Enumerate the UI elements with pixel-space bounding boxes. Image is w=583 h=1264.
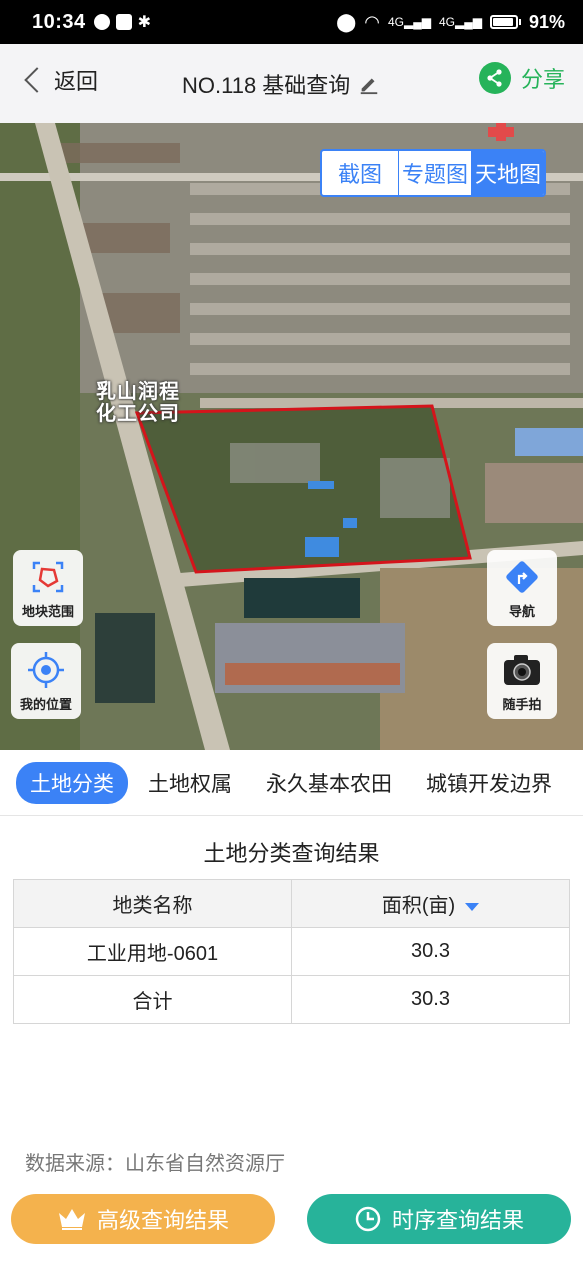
wifi-icon: ◠ <box>364 11 380 32</box>
clock: 10:34 <box>32 10 86 33</box>
page-title: NO.118 基础查询 <box>182 68 380 100</box>
share-button[interactable]: 分享 <box>478 62 565 94</box>
timeline-query-button[interactable]: 时序查询结果 <box>307 1194 571 1244</box>
tab-urban-development-boundary[interactable]: 城镇开发边界 <box>412 762 566 804</box>
table-row: 工业用地-0601 30.3 <box>13 927 570 976</box>
data-source: 数据来源：山东省自然资源厅 <box>25 1153 285 1175</box>
status-bar: 10:34 ✱ ⬤ ◠ 4G▂▄▆ 4G▂▄▆ 91% <box>0 0 583 44</box>
back-button[interactable]: 返回 <box>22 64 98 96</box>
battery-icon <box>489 15 521 29</box>
result-title: 土地分类查询结果 <box>203 841 380 866</box>
cell-land-type: 工业用地-0601 <box>13 927 292 976</box>
edit-icon[interactable] <box>358 73 380 95</box>
cell-total-area: 30.3 <box>291 975 570 1024</box>
category-tabs: 土地分类 土地权属 永久基本农田 城镇开发边界 <box>0 750 583 816</box>
chevron-left-icon <box>24 67 50 93</box>
result-table: 地类名称 面积(亩) 工业用地-0601 30.3 合计 30.3 <box>13 879 570 1024</box>
navigate-button[interactable]: 导航 <box>487 550 557 626</box>
cell-area: 30.3 <box>291 927 570 976</box>
bluetooth-icon: ✱ <box>137 14 152 31</box>
sort-desc-icon[interactable] <box>465 902 480 911</box>
my-location-button[interactable]: 我的位置 <box>11 643 81 719</box>
satellite-map[interactable]: 乳山润程 化工公司 截图 专题图 天地图 地块范围 我的位置 导航 随手拍 <box>0 123 583 750</box>
toggle-thematic-map[interactable]: 专题图 <box>399 151 473 195</box>
table-row-total: 合计 30.3 <box>13 975 570 1024</box>
camera-icon <box>502 650 542 690</box>
toggle-tianditu[interactable]: 天地图 <box>472 151 545 195</box>
app-notification-icon <box>115 14 132 30</box>
cell-total-label: 合计 <box>13 975 292 1024</box>
toggle-screenshot[interactable]: 截图 <box>322 151 400 195</box>
advanced-query-button[interactable]: 高级查询结果 <box>11 1194 275 1244</box>
back-label: 返回 <box>54 69 99 94</box>
parcel-range-icon <box>28 557 68 597</box>
poi-label: 乳山润程 化工公司 <box>96 381 180 425</box>
share-icon <box>478 62 511 94</box>
clock-icon <box>355 1206 381 1232</box>
map-mode-toggle: 截图 专题图 天地图 <box>320 149 547 197</box>
column-header-area[interactable]: 面积(亩) <box>291 879 570 928</box>
share-label: 分享 <box>520 67 565 92</box>
vip-crown-icon <box>58 1209 85 1230</box>
tab-land-ownership[interactable]: 土地权属 <box>134 762 246 804</box>
tab-permanent-farmland[interactable]: 永久基本农田 <box>252 762 406 804</box>
top-nav-bar: 返回 NO.118 基础查询 分享 <box>0 44 583 123</box>
location-icon: ⬤ <box>336 11 357 32</box>
battery-percent: 91% <box>528 11 565 32</box>
wechat-icon <box>93 14 110 30</box>
table-header-row: 地类名称 面积(亩) <box>13 879 570 928</box>
locate-icon <box>26 650 66 690</box>
parcel-range-button[interactable]: 地块范围 <box>13 550 83 626</box>
navigation-icon <box>502 557 542 597</box>
signal-icon-1: 4G▂▄▆ <box>388 15 431 29</box>
tab-land-classification[interactable]: 土地分类 <box>16 761 128 804</box>
column-header-land-type: 地类名称 <box>13 879 292 928</box>
snapshot-button[interactable]: 随手拍 <box>487 643 557 719</box>
signal-icon-2: 4G▂▄▆ <box>438 15 482 29</box>
